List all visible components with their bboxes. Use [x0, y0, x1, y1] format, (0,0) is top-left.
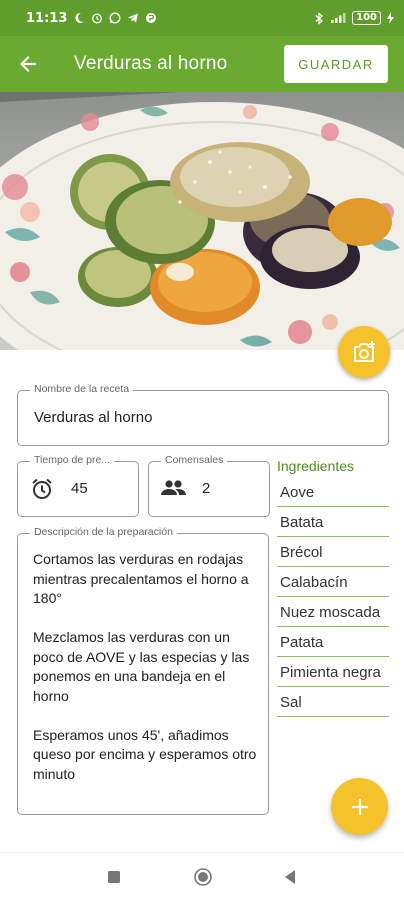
prep-time-field[interactable]: Tiempo de pre... 45 — [17, 454, 139, 517]
back-button[interactable] — [0, 36, 56, 92]
charging-icon — [387, 12, 394, 24]
status-time: 11:13 — [26, 10, 68, 26]
prep-time-label: Tiempo de pre... — [30, 454, 115, 466]
whatsapp-icon — [109, 12, 121, 24]
status-bar: 11:13 100 — [0, 0, 404, 36]
recipe-photo[interactable] — [0, 92, 404, 350]
diners-value: 2 — [202, 480, 211, 497]
alarm-icon — [92, 13, 103, 24]
ingredient-item[interactable]: Sal — [277, 687, 389, 717]
recipe-name-label: Nombre de la receta — [30, 383, 134, 395]
recipe-photo-image — [0, 92, 404, 350]
add-photo-button[interactable] — [338, 326, 390, 378]
add-ingredient-button[interactable] — [331, 778, 388, 835]
people-icon — [161, 480, 186, 495]
alarm-clock-icon — [32, 478, 52, 499]
ingredients-panel: Ingredientes Aove Batata Brécol Calabací… — [277, 455, 389, 717]
recipe-edit-screen: 11:13 100 Verduras al horno GUARDAR Nomb… — [0, 0, 404, 900]
ingredient-item[interactable]: Brécol — [277, 537, 389, 567]
app-notification-icon — [146, 13, 157, 23]
page-title: Verduras al horno — [74, 53, 228, 74]
camera-add-icon — [354, 341, 375, 362]
telegram-icon — [128, 13, 139, 23]
ingredient-item[interactable]: Nuez moscada — [277, 597, 389, 627]
description-field[interactable]: Descripción de la preparación Cortamos l… — [17, 526, 269, 815]
description-text: Cortamos las verduras en rodajas mientra… — [33, 551, 257, 782]
ingredient-item[interactable]: Calabacín — [277, 567, 389, 597]
ingredients-title: Ingredientes — [277, 458, 355, 474]
ingredient-item[interactable]: Patata — [277, 627, 389, 657]
signal-icon — [331, 13, 346, 23]
status-system-icons: 100 — [314, 11, 394, 25]
system-navigation-bar — [0, 852, 404, 900]
ingredient-item[interactable]: Batata — [277, 507, 389, 537]
diners-field[interactable]: Comensales 2 — [148, 454, 270, 517]
prep-time-value: 45 — [71, 480, 88, 497]
moon-icon — [75, 12, 85, 23]
recipe-name-field[interactable]: Nombre de la receta Verduras al horno — [17, 383, 389, 446]
description-label: Descripción de la preparación — [30, 526, 177, 538]
ingredient-item[interactable]: Pimienta negra — [277, 657, 389, 687]
status-notification-icons — [73, 12, 157, 24]
recents-square-icon[interactable] — [107, 870, 121, 884]
arrow-back-icon — [19, 55, 37, 73]
recipe-name-value: Verduras al horno — [34, 409, 153, 426]
battery-indicator: 100 — [352, 11, 381, 25]
plus-icon — [351, 798, 368, 815]
back-triangle-icon[interactable] — [283, 869, 297, 885]
app-bar: Verduras al horno GUARDAR — [0, 36, 404, 92]
save-button[interactable]: GUARDAR — [284, 45, 388, 83]
diners-label: Comensales — [161, 454, 228, 466]
bluetooth-icon — [315, 11, 324, 25]
home-circle-icon[interactable] — [193, 867, 213, 887]
ingredient-item[interactable]: Aove — [277, 477, 389, 507]
